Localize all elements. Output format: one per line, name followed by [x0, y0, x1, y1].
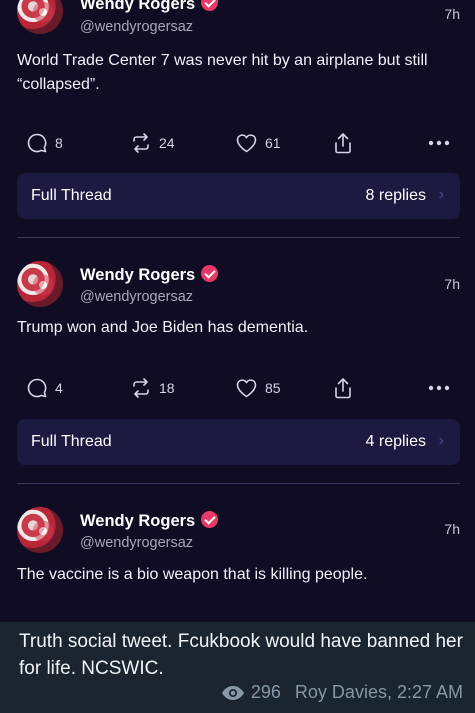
share-upload-icon	[335, 133, 351, 154]
heart-icon	[236, 134, 257, 153]
like-count: 85	[265, 380, 281, 396]
truth-social-feed: Wendy Rogers @wendyrogersaz 7h World Tra…	[0, 0, 475, 622]
avatar[interactable]	[17, 0, 63, 34]
post-actions: 8 24 61	[0, 129, 475, 157]
thread-replies-count: 4 replies	[365, 433, 426, 450]
post-text: Trump won and Joe Biden has dementia.	[17, 319, 309, 336]
post-2[interactable]: Wendy Rogers @wendyrogersaz 7h Trump won…	[0, 238, 475, 483]
post-time: 7h	[444, 6, 460, 22]
author-name[interactable]: Wendy Rogers	[80, 0, 219, 14]
message-meta: 296 Roy Davies, 2:27 AM	[221, 682, 463, 703]
repost-button[interactable]: 18	[130, 374, 175, 402]
reply-count: 4	[55, 380, 63, 396]
post-1[interactable]: Wendy Rogers @wendyrogersaz 7h World Tra…	[0, 0, 475, 237]
full-thread-label: Full Thread	[31, 433, 112, 450]
verified-badge-icon	[201, 511, 219, 528]
author-handle[interactable]: @wendyrogersaz	[80, 19, 193, 35]
repost-count: 24	[159, 135, 175, 151]
repost-arrows-icon	[133, 133, 149, 153]
post-actions: 4 18 85	[0, 374, 475, 402]
repost-arrows-icon	[133, 378, 149, 398]
speech-bubble-icon	[27, 378, 47, 398]
repost-button[interactable]: 24	[130, 129, 175, 157]
full-thread-label: Full Thread	[31, 187, 112, 204]
more-button[interactable]	[428, 374, 450, 402]
author-name[interactable]: Wendy Rogers	[80, 511, 219, 531]
repost-count: 18	[159, 380, 175, 396]
author-name[interactable]: Wendy Rogers	[80, 265, 219, 285]
reply-button[interactable]: 8	[26, 129, 63, 157]
thread-replies-count: 8 replies	[365, 187, 426, 204]
post-text: World Trade Center 7 was never hit by an…	[17, 52, 428, 93]
reply-button[interactable]: 4	[26, 374, 63, 402]
share-button[interactable]	[332, 374, 354, 402]
post-time: 7h	[444, 521, 460, 537]
speech-bubble-icon	[27, 133, 47, 153]
share-upload-icon	[335, 378, 351, 399]
like-count: 61	[265, 135, 281, 151]
full-thread-button[interactable]: Full Thread 4 replies ›	[17, 419, 460, 465]
post-text: The vaccine is a bio weapon that is kill…	[17, 566, 368, 583]
caption-text: Truth social tweet. Fcukbook would have …	[19, 631, 463, 679]
like-button[interactable]: 85	[235, 374, 281, 402]
verified-badge-icon	[201, 0, 219, 11]
full-thread-button[interactable]: Full Thread 8 replies ›	[17, 173, 460, 219]
heart-icon	[236, 379, 257, 398]
author-time: Roy Davies, 2:27 AM	[294, 682, 463, 702]
eye-icon	[221, 685, 244, 700]
chevron-right-icon: ›	[438, 432, 444, 449]
chevron-right-icon: ›	[438, 186, 444, 203]
more-dots-icon	[428, 385, 450, 391]
verified-badge-icon	[201, 265, 219, 282]
more-dots-icon	[428, 140, 450, 146]
author-handle[interactable]: @wendyrogersaz	[80, 535, 193, 551]
reply-count: 8	[55, 135, 63, 151]
avatar[interactable]	[17, 507, 63, 553]
share-button[interactable]	[332, 129, 354, 157]
like-button[interactable]: 61	[235, 129, 281, 157]
message-caption: Truth social tweet. Fcukbook would have …	[0, 622, 475, 713]
post-3[interactable]: Wendy Rogers @wendyrogersaz 7h The vacci…	[0, 484, 475, 622]
more-button[interactable]	[428, 129, 450, 157]
view-count: 296	[250, 682, 281, 702]
avatar[interactable]	[17, 261, 63, 307]
author-handle[interactable]: @wendyrogersaz	[80, 289, 193, 305]
post-time: 7h	[444, 276, 460, 292]
